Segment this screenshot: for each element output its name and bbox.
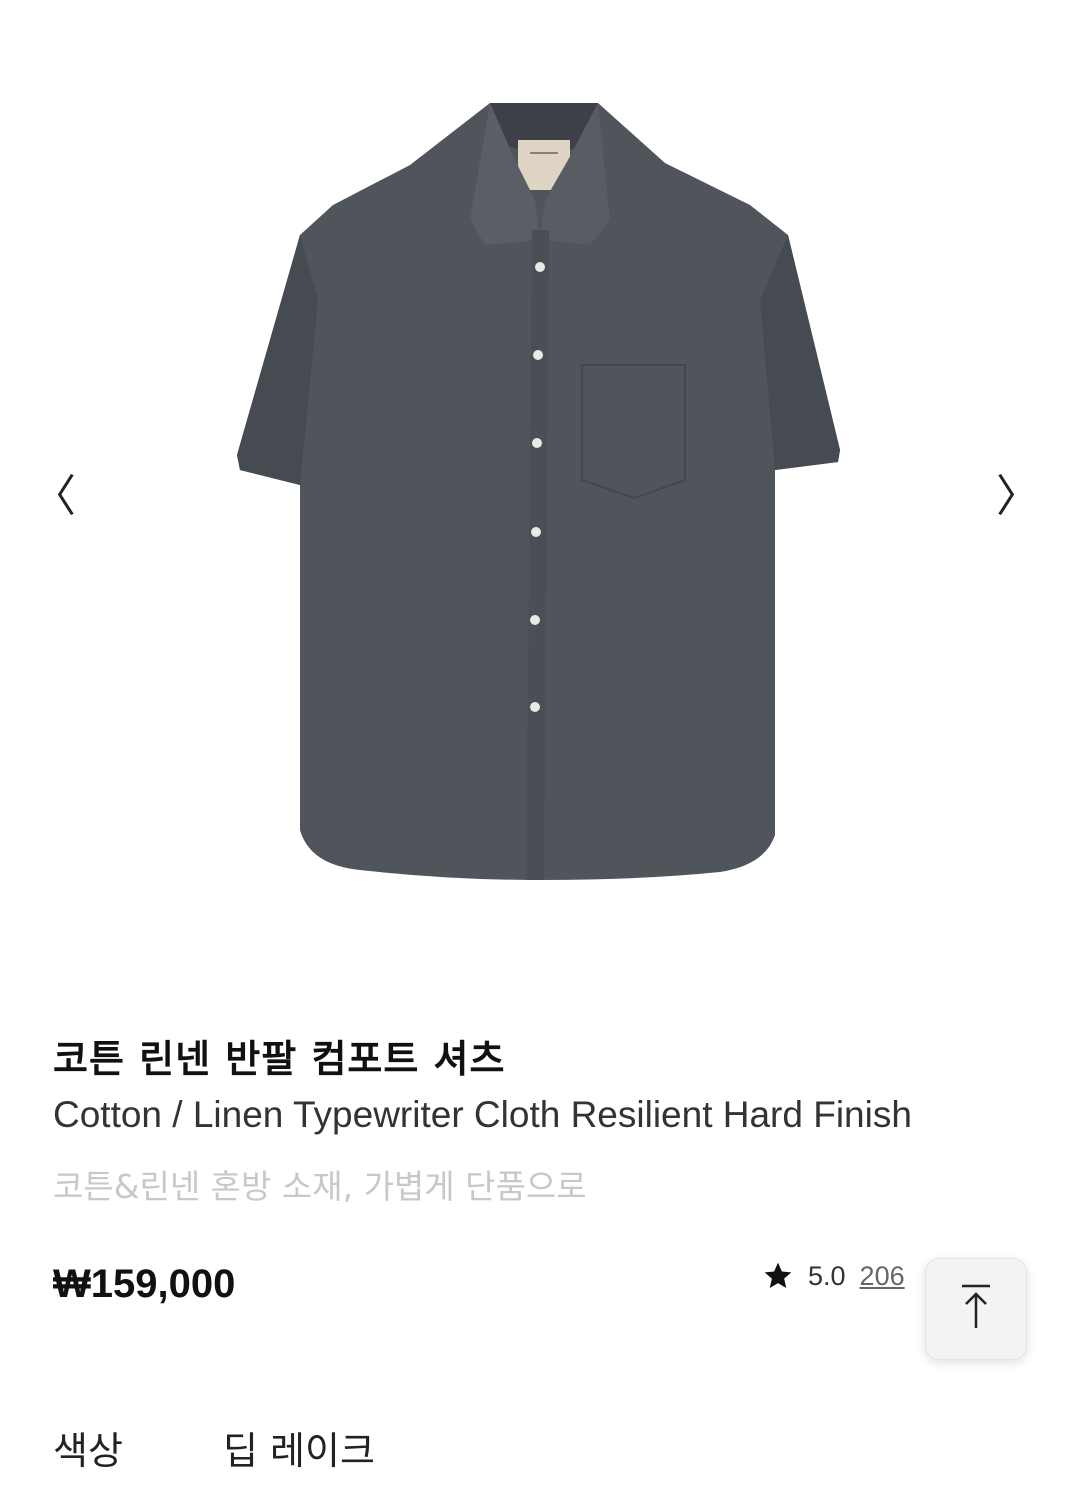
color-option-value[interactable]: 딥 레이크 <box>223 1420 375 1475</box>
color-option-label: 색상 <box>53 1429 123 1473</box>
rating-summary: 5.0 206 <box>762 1256 905 1296</box>
chevron-right-icon[interactable]: 〉 <box>996 462 1040 522</box>
arrow-up-icon <box>954 1282 998 1336</box>
product-price: ₩159,000 <box>53 1262 236 1306</box>
product-title: 코튼 린넨 반팔 컴포트 셔츠 <box>53 1037 506 1081</box>
scroll-to-top-button[interactable] <box>925 1258 1027 1360</box>
review-count-link[interactable]: 206 <box>860 1261 905 1292</box>
product-image-gallery: 〈 〉 <box>0 0 1071 985</box>
chevron-left-icon[interactable]: 〈 <box>32 462 76 522</box>
product-image <box>237 103 840 880</box>
star-icon <box>762 1260 794 1292</box>
rating-value: 5.0 <box>808 1260 846 1291</box>
product-subtitle: Cotton / Linen Typewriter Cloth Resilien… <box>53 1094 912 1135</box>
product-description: 코튼&린넨 혼방 소재, 가볍게 단품으로 <box>53 1167 587 1206</box>
